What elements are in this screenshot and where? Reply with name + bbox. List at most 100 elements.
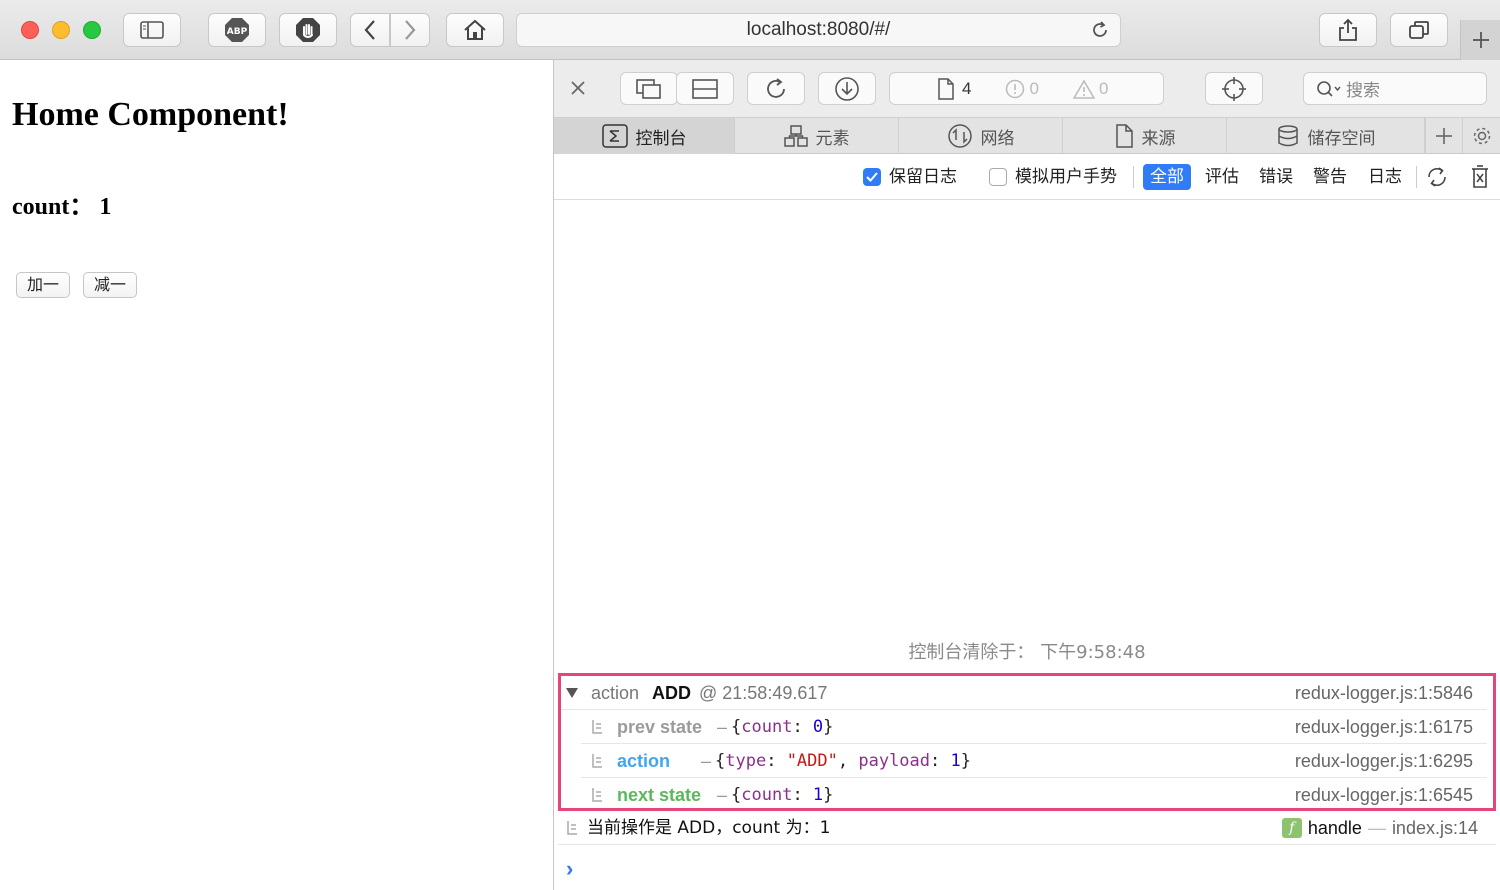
object-key: payload bbox=[858, 751, 931, 771]
row-dash: – bbox=[701, 751, 712, 771]
tab-network[interactable]: 网络 bbox=[899, 118, 1063, 154]
log-source-link[interactable]: redux-logger.js:1:6295 bbox=[1295, 744, 1473, 778]
prev-state-value[interactable]: {count: 0} bbox=[731, 710, 833, 744]
tab-storage[interactable]: 储存空间 bbox=[1227, 118, 1425, 154]
log-row-action: action – {type: "ADD", payload: 1} redux… bbox=[581, 744, 1487, 778]
document-icon bbox=[1115, 124, 1133, 148]
preserve-log-checkbox[interactable] bbox=[863, 168, 881, 186]
tabs-overview-button[interactable] bbox=[1390, 13, 1448, 47]
page-heading: Home Component! bbox=[12, 96, 289, 133]
tree-indent-icon bbox=[592, 754, 602, 768]
tab-sources-label: 来源 bbox=[1141, 128, 1176, 149]
filter-all[interactable]: 全部 bbox=[1143, 164, 1191, 190]
filter-separator bbox=[1416, 166, 1417, 188]
row-dash: – bbox=[717, 717, 728, 737]
log-source-link[interactable]: redux-logger.js:1:6175 bbox=[1295, 710, 1473, 744]
log-row-message: 当前操作是 ADD，count 为：1 f handle — index.js:… bbox=[558, 811, 1496, 845]
undock-icon bbox=[636, 78, 661, 99]
zoom-window-button[interactable] bbox=[83, 21, 101, 39]
plus-icon bbox=[1436, 128, 1452, 144]
share-icon bbox=[1339, 18, 1357, 41]
cycle-icon bbox=[1428, 167, 1446, 187]
document-icon bbox=[938, 77, 954, 100]
sidebar-toggle-button[interactable] bbox=[123, 13, 181, 47]
hand-stop-icon bbox=[296, 18, 320, 42]
object-value: 1 bbox=[950, 751, 961, 771]
object-value: 1 bbox=[812, 785, 824, 805]
share-button[interactable] bbox=[1319, 13, 1377, 47]
minimize-window-button[interactable] bbox=[52, 21, 70, 39]
subtract-one-button[interactable]: 减一 bbox=[83, 272, 138, 298]
close-devtools-button[interactable] bbox=[570, 80, 586, 101]
close-window-button[interactable] bbox=[21, 21, 39, 39]
console-filter-bar: 保留日志 模拟用户手势 全部 评估 错误 警告 日志 bbox=[554, 154, 1500, 200]
add-tab-button[interactable] bbox=[1425, 118, 1463, 154]
log-group-header[interactable]: action ADD @ 21:58:49.617 redux-logger.j… bbox=[561, 676, 1487, 710]
resource-count: 4 bbox=[962, 78, 972, 98]
new-tab-button[interactable] bbox=[1460, 20, 1500, 60]
object-key: count bbox=[741, 785, 793, 805]
forward-button[interactable] bbox=[390, 13, 430, 47]
console-prompt[interactable]: › bbox=[566, 856, 573, 882]
filter-warnings[interactable]: 警告 bbox=[1313, 166, 1347, 188]
separator: , bbox=[837, 751, 859, 771]
back-button[interactable] bbox=[350, 13, 390, 47]
resource-summary[interactable]: 4 0 0 bbox=[889, 72, 1164, 105]
url-text: localhost:8080/#/ bbox=[746, 19, 891, 40]
brace: { bbox=[715, 751, 726, 771]
object-key: type bbox=[725, 751, 767, 771]
filter-logs[interactable]: 日志 bbox=[1368, 166, 1402, 188]
devtools-search-input[interactable]: 搜索 bbox=[1303, 72, 1487, 105]
extension-button[interactable] bbox=[279, 13, 337, 47]
log-source-link[interactable]: redux-logger.js:1:5846 bbox=[1295, 676, 1473, 710]
log-source-link[interactable]: index.js:14 bbox=[1392, 811, 1478, 845]
trash-icon bbox=[1472, 165, 1488, 188]
error-count: 0 bbox=[1029, 78, 1039, 98]
home-button[interactable] bbox=[446, 13, 504, 47]
filter-separator bbox=[1133, 166, 1134, 188]
settings-button[interactable] bbox=[1463, 118, 1500, 154]
reload-icon[interactable] bbox=[1090, 20, 1110, 40]
tabs-icon bbox=[1409, 21, 1429, 39]
log-source-link[interactable]: redux-logger.js:1:6545 bbox=[1295, 778, 1473, 812]
web-page: Home Component! count： 1 加一 减一 bbox=[0, 60, 553, 890]
next-state-value[interactable]: {count: 1} bbox=[731, 778, 833, 812]
action-value[interactable]: {type: "ADD", payload: 1} bbox=[715, 744, 971, 778]
tree-indent-icon bbox=[592, 720, 602, 734]
tab-elements-label: 元素 bbox=[815, 128, 850, 149]
tab-storage-label: 储存空间 bbox=[1307, 128, 1376, 149]
tree-indent-icon bbox=[567, 821, 577, 835]
dock-bottom-button[interactable] bbox=[676, 72, 734, 105]
function-icon: f bbox=[1281, 818, 1302, 838]
log-call-site[interactable]: f handle — index.js:14 bbox=[1281, 811, 1478, 845]
group-timestamp: @ 21:58:49.617 bbox=[699, 683, 828, 703]
tab-console[interactable]: 控制台 bbox=[554, 118, 735, 154]
dock-bottom-icon bbox=[692, 78, 718, 99]
reload-page-button[interactable] bbox=[747, 72, 805, 105]
simulate-gesture-label[interactable]: 模拟用户手势 bbox=[1015, 166, 1117, 188]
tab-elements[interactable]: 元素 bbox=[735, 118, 899, 154]
elements-icon bbox=[783, 125, 808, 147]
preserve-log-label[interactable]: 保留日志 bbox=[889, 166, 957, 188]
download-archive-button[interactable] bbox=[818, 72, 876, 105]
tab-console-label: 控制台 bbox=[635, 128, 687, 149]
tab-sources[interactable]: 来源 bbox=[1063, 118, 1227, 154]
close-icon bbox=[571, 81, 585, 95]
simulate-gesture-checkbox[interactable] bbox=[989, 168, 1007, 186]
warning-icon bbox=[1072, 79, 1095, 99]
inspect-element-button[interactable] bbox=[1205, 72, 1263, 105]
triangle-down-icon[interactable] bbox=[565, 687, 579, 699]
brace: { bbox=[731, 785, 742, 805]
filter-errors[interactable]: 错误 bbox=[1259, 166, 1293, 188]
add-one-button[interactable]: 加一 bbox=[16, 272, 71, 298]
search-placeholder: 搜索 bbox=[1346, 81, 1380, 101]
storage-icon bbox=[1277, 125, 1298, 147]
log-row-next-state: next state – {count: 1} redux-logger.js:… bbox=[581, 778, 1487, 812]
brace: } bbox=[960, 751, 971, 771]
filter-evaluations[interactable]: 评估 bbox=[1205, 166, 1239, 188]
adblock-button[interactable]: ABP bbox=[208, 13, 266, 47]
undock-button[interactable] bbox=[620, 72, 678, 105]
clear-on-reload-button[interactable] bbox=[1425, 165, 1449, 193]
clear-console-button[interactable] bbox=[1470, 165, 1490, 193]
address-bar[interactable]: localhost:8080/#/ bbox=[516, 13, 1121, 47]
